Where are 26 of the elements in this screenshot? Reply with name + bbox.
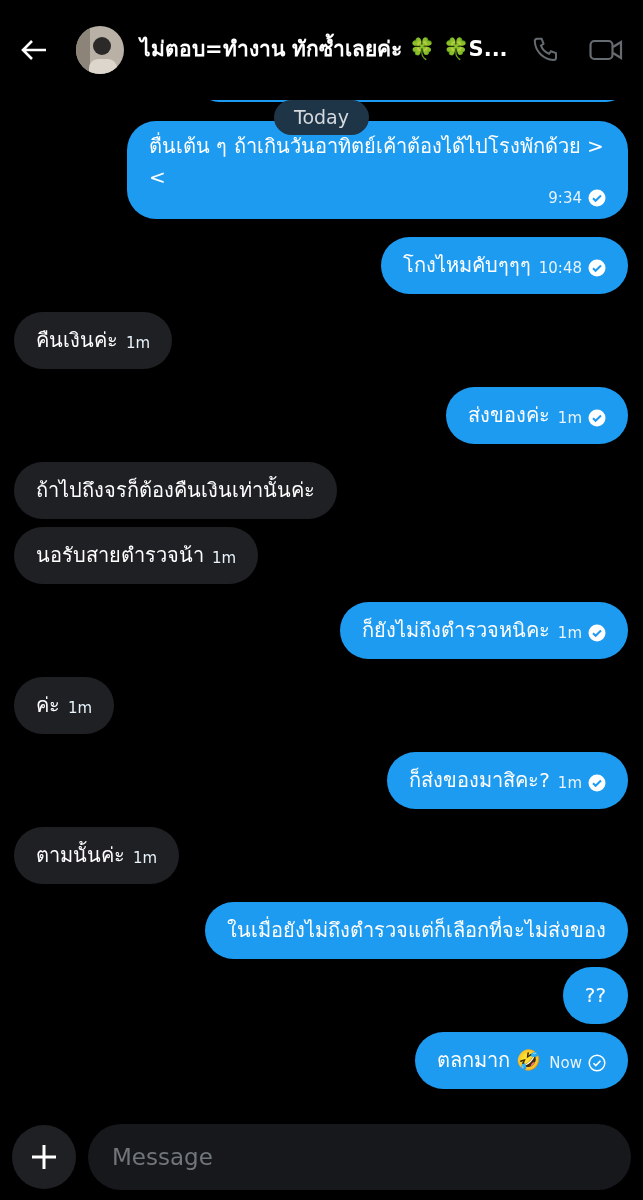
message-text: ก็ส่งของมาสิคะ? (409, 766, 550, 794)
message-time: 1m (557, 622, 582, 644)
message-text: ตลกมาก 🤣 (436, 1047, 542, 1074)
message-time: Now (549, 1052, 582, 1074)
chat-title: ไม่ตอบ=ทำงาน ทักซ้ำเลยค่ะ 🍀 🍀S... (140, 34, 515, 66)
message-time: 1m (557, 407, 582, 429)
message-text: คืนเงินค่ะ (36, 327, 118, 354)
message-input[interactable]: Message (88, 1124, 631, 1190)
back-arrow-icon[interactable] (20, 38, 48, 62)
date-separator: Today (274, 100, 369, 135)
message-time: 1m (68, 697, 93, 719)
message-text: ตามนั้นค่ะ (36, 840, 125, 869)
message-time: 1m (133, 847, 158, 869)
message-text: ถ้าไปถึงจรก็ต้องคืนเงินเท่านั้นค่ะ (36, 475, 315, 504)
message-text: ค่ะ (36, 692, 60, 719)
plus-icon (31, 1144, 57, 1170)
message-time: 1m (126, 332, 151, 354)
message-time: 10:48 (538, 257, 582, 279)
message-time: 1m (212, 547, 237, 569)
message-text: ?? (584, 982, 606, 1009)
message-text: โกงไหมคับๆๆๆ (402, 252, 531, 279)
message-text: ส่งของค่ะ (467, 402, 550, 429)
message-time: 1m (557, 772, 582, 794)
message-text: ในเมื่อยังไม่ถึงตำรวจแต่ก็เลือกที่จะไม่ส่งของ (227, 915, 606, 944)
message-text: นอรับสายตำรวจน้า (36, 542, 204, 569)
message-text: ก็ยังไม่ถึงตำรวจหนิคะ (361, 616, 550, 644)
